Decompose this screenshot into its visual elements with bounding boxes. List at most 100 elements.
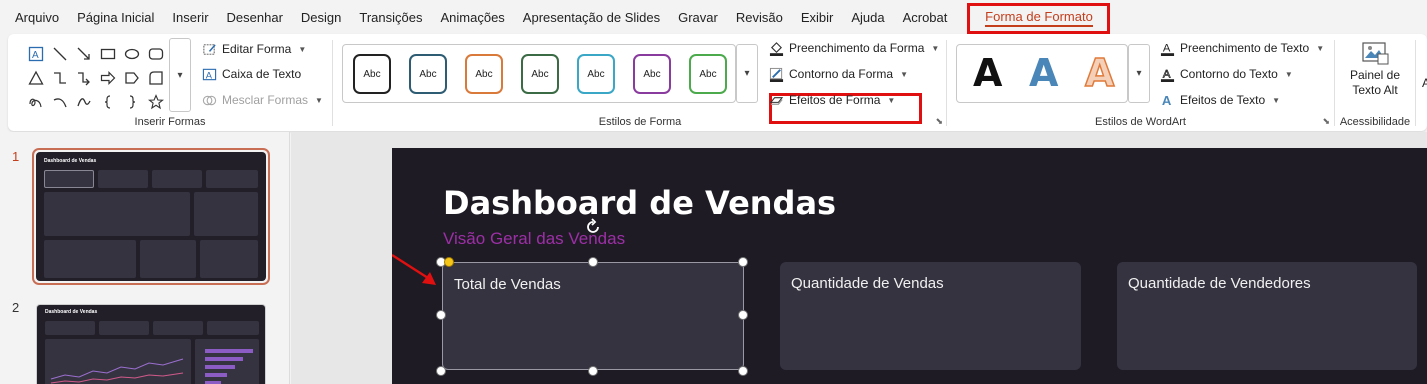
text-outline-button[interactable]: A Contorno do Texto ▼ <box>1159 63 1293 85</box>
chevron-down-icon: ▼ <box>900 69 908 79</box>
thumbnail-card <box>44 240 136 278</box>
chevron-down-icon: ▼ <box>1272 95 1281 105</box>
text-fill-icon: A <box>1159 40 1175 56</box>
tab-anima-es[interactable]: Animações <box>431 10 513 25</box>
shape-outline-button[interactable]: Contorno da Forma ▼ <box>768 63 908 85</box>
wordart-style-blue[interactable]: A <box>1029 51 1058 95</box>
card-label: Quantidade de Vendedores <box>1128 275 1311 292</box>
rotate-handle-icon[interactable] <box>584 218 602 236</box>
thumbnail-chart-card <box>45 339 191 384</box>
shape-styles-more-button[interactable]: ▾ <box>736 44 758 103</box>
rounded-rectangle-shape-icon[interactable] <box>144 42 168 66</box>
thumbnail-card <box>44 192 190 236</box>
shape-style-swatch[interactable]: Abc <box>633 54 671 94</box>
merge-shapes-button[interactable]: Mesclar Formas ▼ <box>201 89 323 111</box>
snip-rectangle-shape-icon[interactable] <box>144 66 168 90</box>
dialog-launcher-icon[interactable]: ⬊ <box>935 116 943 127</box>
svg-text:A: A <box>205 70 212 80</box>
tab-inserir[interactable]: Inserir <box>163 10 217 25</box>
arrow-line-shape-icon[interactable] <box>72 42 96 66</box>
wordart-style-black[interactable]: A <box>973 51 1002 95</box>
chevron-down-icon: ▼ <box>887 95 896 105</box>
resize-handle-right[interactable] <box>738 310 748 320</box>
shape-style-swatch[interactable]: Abc <box>409 54 447 94</box>
card-quantidade-de-vendas[interactable]: Quantidade de Vendas <box>780 262 1081 370</box>
resize-handle-bottom-left[interactable] <box>436 366 446 376</box>
right-arrow-shape-icon[interactable] <box>96 66 120 90</box>
text-box-button[interactable]: A Caixa de Texto <box>201 63 301 85</box>
tab-acrobat[interactable]: Acrobat <box>894 10 957 25</box>
arc-shape-icon[interactable] <box>48 90 72 114</box>
wordart-more-button[interactable]: ▾ <box>1128 44 1150 103</box>
card-quantidade-de-vendedores[interactable]: Quantidade de Vendedores <box>1117 262 1417 370</box>
rectangle-shape-icon[interactable] <box>96 42 120 66</box>
thumbnail-card <box>207 321 259 335</box>
alt-text-pane-button[interactable]: Painel de Texto Alt <box>1339 40 1411 104</box>
textbox-shape-icon[interactable]: A <box>24 42 48 66</box>
triangle-shape-icon[interactable] <box>24 66 48 90</box>
slide-thumbnail-1[interactable]: Dashboard de Vendas <box>36 152 266 281</box>
ribbon-overflow-label[interactable]: A <box>1422 76 1427 90</box>
tab-revis-o[interactable]: Revisão <box>727 10 792 25</box>
resize-handle-bottom[interactable] <box>588 366 598 376</box>
separator <box>1415 40 1416 126</box>
right-brace-shape-icon[interactable] <box>120 90 144 114</box>
shape-style-swatch[interactable]: Abc <box>521 54 559 94</box>
tab-p-gina-inicial[interactable]: Página Inicial <box>68 10 163 25</box>
wordart-style-orange-outline[interactable]: A <box>1084 50 1115 96</box>
thumbnail-card <box>99 321 149 335</box>
shape-style-swatch[interactable]: Abc <box>353 54 391 94</box>
thumbnail-card <box>153 321 203 335</box>
freeform-shape-icon[interactable] <box>24 90 48 114</box>
tab-transi-es[interactable]: Transições <box>350 10 431 25</box>
chevron-down-icon: ▼ <box>1284 69 1293 79</box>
slide-title[interactable]: Dashboard de Vendas <box>443 184 836 222</box>
ribbon: A ▾ Editar Forma ▼ A Caixa de Texto Mesc… <box>8 34 1427 131</box>
tab-arquivo[interactable]: Arquivo <box>6 10 68 25</box>
resize-handle-bottom-right[interactable] <box>738 366 748 376</box>
elbow-connector-shape-icon[interactable] <box>48 66 72 90</box>
slide[interactable]: Dashboard de Vendas Visão Geral das Vend… <box>392 148 1427 384</box>
tab-exibir[interactable]: Exibir <box>792 10 843 25</box>
shape-style-swatch[interactable]: Abc <box>577 54 615 94</box>
pentagon-shape-icon[interactable] <box>120 66 144 90</box>
text-effects-icon: A <box>1159 92 1175 108</box>
thumbnail-card <box>152 170 202 188</box>
tab-desenhar[interactable]: Desenhar <box>218 10 292 25</box>
slide-number-2: 2 <box>12 300 20 315</box>
svg-text:A: A <box>1162 68 1170 80</box>
tab-design[interactable]: Design <box>292 10 350 25</box>
group-label-insert-shapes: Inserir Formas <box>134 116 206 128</box>
card-total-de-vendas[interactable]: Total de Vendas <box>442 262 744 370</box>
edit-shape-button[interactable]: Editar Forma ▼ <box>201 38 306 60</box>
shape-style-swatch[interactable]: Abc <box>465 54 503 94</box>
chevron-down-icon: ▼ <box>298 44 307 54</box>
shape-effects-button[interactable]: Efeitos de Forma ▼ <box>768 89 895 111</box>
text-effects-button[interactable]: A Efeitos de Texto ▼ <box>1159 89 1280 111</box>
curve-shape-icon[interactable] <box>72 90 96 114</box>
thumbnail-card <box>44 170 94 188</box>
slide-thumbnail-2[interactable]: Dashboard de Vendas <box>36 304 266 384</box>
shape-fill-button[interactable]: Preenchimento da Forma ▼ <box>768 37 939 59</box>
line-shape-icon[interactable] <box>48 42 72 66</box>
shapes-more-button[interactable]: ▾ <box>169 38 191 112</box>
left-brace-shape-icon[interactable] <box>96 90 120 114</box>
thumbnail-card <box>206 170 258 188</box>
thumbnail-title: Dashboard de Vendas <box>45 309 98 315</box>
elbow-arrow-shape-icon[interactable] <box>72 66 96 90</box>
resize-handle-top[interactable] <box>588 257 598 267</box>
resize-handle-top-right[interactable] <box>738 257 748 267</box>
star-shape-icon[interactable] <box>144 90 168 114</box>
tab-apresenta-o-de-slides[interactable]: Apresentação de Slides <box>514 10 669 25</box>
oval-shape-icon[interactable] <box>120 42 144 66</box>
group-label-wordart-styles: Estilos de WordArt <box>1095 116 1186 128</box>
thumbnail-card <box>98 170 148 188</box>
text-fill-button[interactable]: A Preenchimento de Texto ▼ <box>1159 37 1324 59</box>
tab-forma-de-formato[interactable]: Forma de Formato <box>970 4 1108 32</box>
dialog-launcher-icon[interactable]: ⬊ <box>1322 116 1330 127</box>
adjust-handle[interactable] <box>444 257 454 267</box>
resize-handle-left[interactable] <box>436 310 446 320</box>
tab-gravar[interactable]: Gravar <box>669 10 727 25</box>
tab-ajuda[interactable]: Ajuda <box>842 10 893 25</box>
shape-style-swatch[interactable]: Abc <box>689 54 727 94</box>
